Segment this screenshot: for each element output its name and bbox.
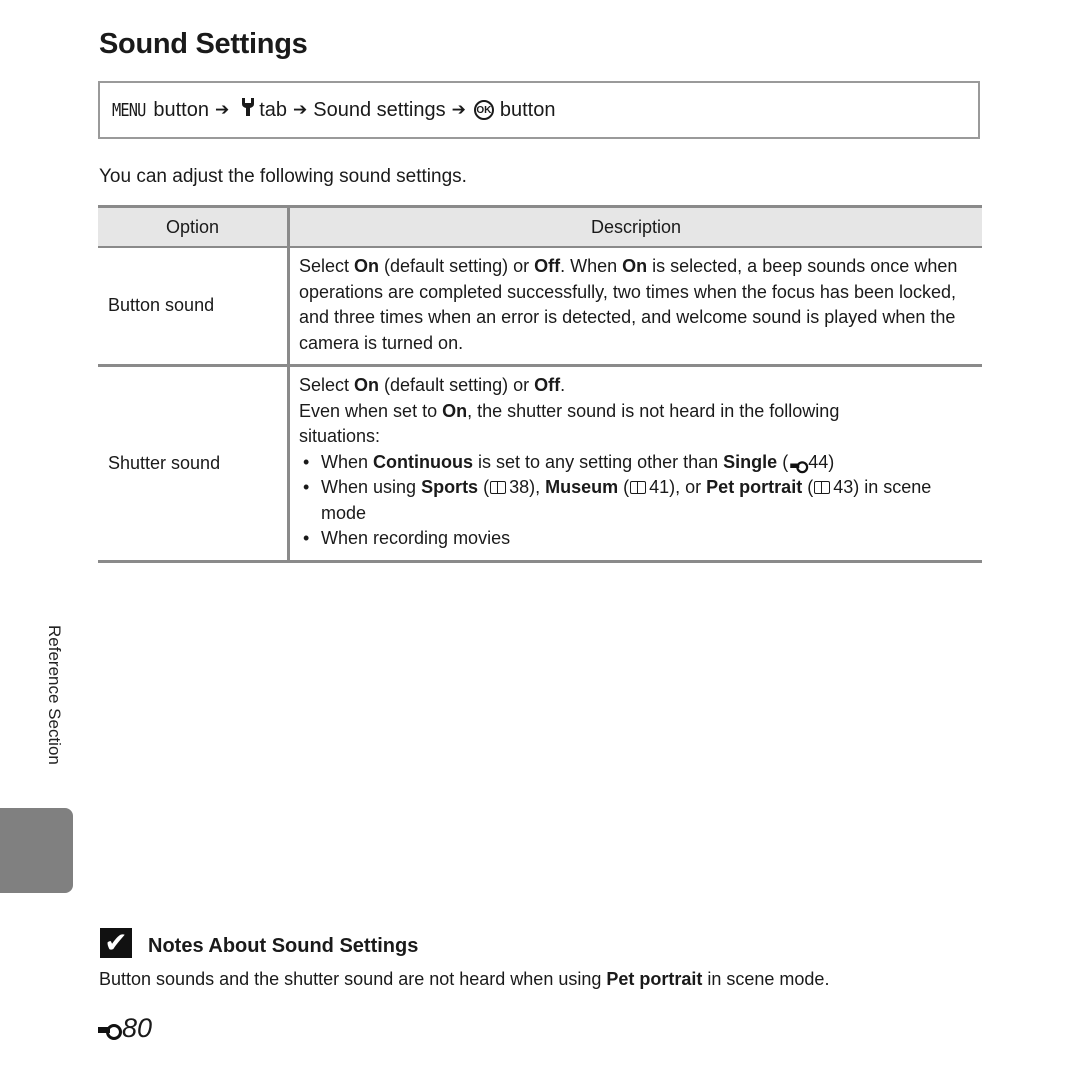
bold-pet-portrait: Pet portrait bbox=[706, 477, 803, 497]
text: ), bbox=[529, 477, 546, 497]
text: Select bbox=[299, 256, 355, 276]
text: . bbox=[560, 375, 566, 395]
description-button-sound: Select On (default setting) or Off. When… bbox=[289, 247, 983, 366]
text: . When bbox=[560, 256, 623, 276]
nav-step-ok-button: button bbox=[499, 98, 556, 121]
page-title: Sound Settings bbox=[99, 28, 308, 60]
reference-section-icon bbox=[790, 456, 809, 473]
section-tab-marker bbox=[0, 808, 73, 893]
list-item: When Continuous is set to any setting ot… bbox=[303, 450, 972, 476]
book-icon bbox=[490, 481, 507, 494]
menu-button-icon: MENU bbox=[112, 99, 146, 121]
option-button-sound: Button sound bbox=[98, 247, 290, 366]
nav-step-sound-settings: Sound settings bbox=[313, 98, 446, 121]
text: (default setting) or bbox=[379, 375, 535, 395]
ok-button-icon: OK bbox=[473, 100, 494, 120]
bold-on: On bbox=[354, 375, 380, 395]
bold-museum: Museum bbox=[545, 477, 619, 497]
table-header-row: Option Description bbox=[98, 205, 982, 248]
book-icon bbox=[630, 481, 647, 494]
text: is set to any setting other than bbox=[473, 451, 724, 472]
section-side-label: Reference Section bbox=[45, 625, 64, 765]
nav-step-button: button bbox=[153, 98, 209, 121]
page-ref[interactable]: 38 bbox=[509, 477, 529, 497]
navigation-path-box: MENU button ➔ tab ➔ Sound settings ➔ OK … bbox=[98, 81, 980, 139]
desc-line: Even when set to On, the shutter sound i… bbox=[299, 399, 972, 450]
list-item: When recording movies bbox=[303, 526, 972, 552]
description-shutter-sound: Select On (default setting) or Off. Even… bbox=[289, 366, 983, 562]
option-shutter-sound: Shutter sound bbox=[98, 365, 290, 561]
text: Button sounds and the shutter sound are … bbox=[99, 969, 607, 989]
table-row: Shutter sound Select On (default setting… bbox=[98, 365, 983, 562]
book-icon bbox=[814, 481, 831, 494]
table-row: Button sound Select On (default setting)… bbox=[98, 247, 982, 366]
bold-off: Off bbox=[534, 375, 561, 395]
nav-step-tab: tab bbox=[259, 98, 288, 121]
page-ref[interactable]: 43 bbox=[833, 477, 853, 497]
text: ( bbox=[777, 451, 789, 472]
bold-on: On bbox=[354, 256, 380, 276]
navigation-path: MENU button ➔ tab ➔ Sound settings ➔ OK … bbox=[112, 97, 555, 123]
bold-continuous: Continuous bbox=[373, 451, 474, 472]
bold-off: Off bbox=[534, 256, 561, 276]
bold-on: On bbox=[622, 256, 648, 276]
sound-settings-table: Option Description Button sound Select O… bbox=[98, 205, 982, 563]
arrow-icon: ➔ bbox=[293, 100, 308, 119]
situations-list: When Continuous is set to any setting ot… bbox=[299, 450, 972, 552]
text: ) bbox=[828, 451, 835, 472]
text: When using bbox=[321, 477, 422, 497]
wrench-icon bbox=[241, 97, 255, 123]
page-ref[interactable]: 41 bbox=[649, 477, 669, 497]
desc-line: Select On (default setting) or Off. bbox=[299, 373, 972, 399]
text: Select bbox=[299, 375, 355, 395]
arrow-icon: ➔ bbox=[214, 100, 230, 119]
bold-single: Single bbox=[723, 451, 778, 472]
text: in scene mode. bbox=[702, 969, 830, 989]
header-description: Description bbox=[288, 205, 982, 248]
check-icon: ✔ bbox=[100, 928, 132, 958]
text: ( bbox=[802, 477, 814, 497]
text: Even when set to bbox=[299, 400, 443, 421]
intro-text: You can adjust the following sound setti… bbox=[99, 166, 467, 187]
arrow-icon: ➔ bbox=[451, 100, 466, 119]
note-text: Button sounds and the shutter sound are … bbox=[99, 969, 829, 990]
page-number-value: 80 bbox=[122, 1013, 153, 1043]
page-number: 80 bbox=[98, 1013, 152, 1044]
page-ref[interactable]: 44 bbox=[808, 452, 828, 472]
text: ( bbox=[478, 477, 490, 497]
text: ), or bbox=[669, 477, 707, 497]
bold-sports: Sports bbox=[421, 477, 479, 497]
reference-section-icon bbox=[98, 1018, 122, 1040]
header-option: Option bbox=[98, 205, 290, 248]
bold-on: On bbox=[442, 400, 468, 421]
list-item: When using Sports (38), Museum (41), or … bbox=[303, 475, 972, 526]
text: When bbox=[321, 451, 374, 472]
text: ( bbox=[618, 477, 630, 497]
text: (default setting) or bbox=[379, 256, 535, 276]
bold-pet-portrait: Pet portrait bbox=[606, 969, 703, 989]
note-title: Notes About Sound Settings bbox=[148, 935, 419, 957]
